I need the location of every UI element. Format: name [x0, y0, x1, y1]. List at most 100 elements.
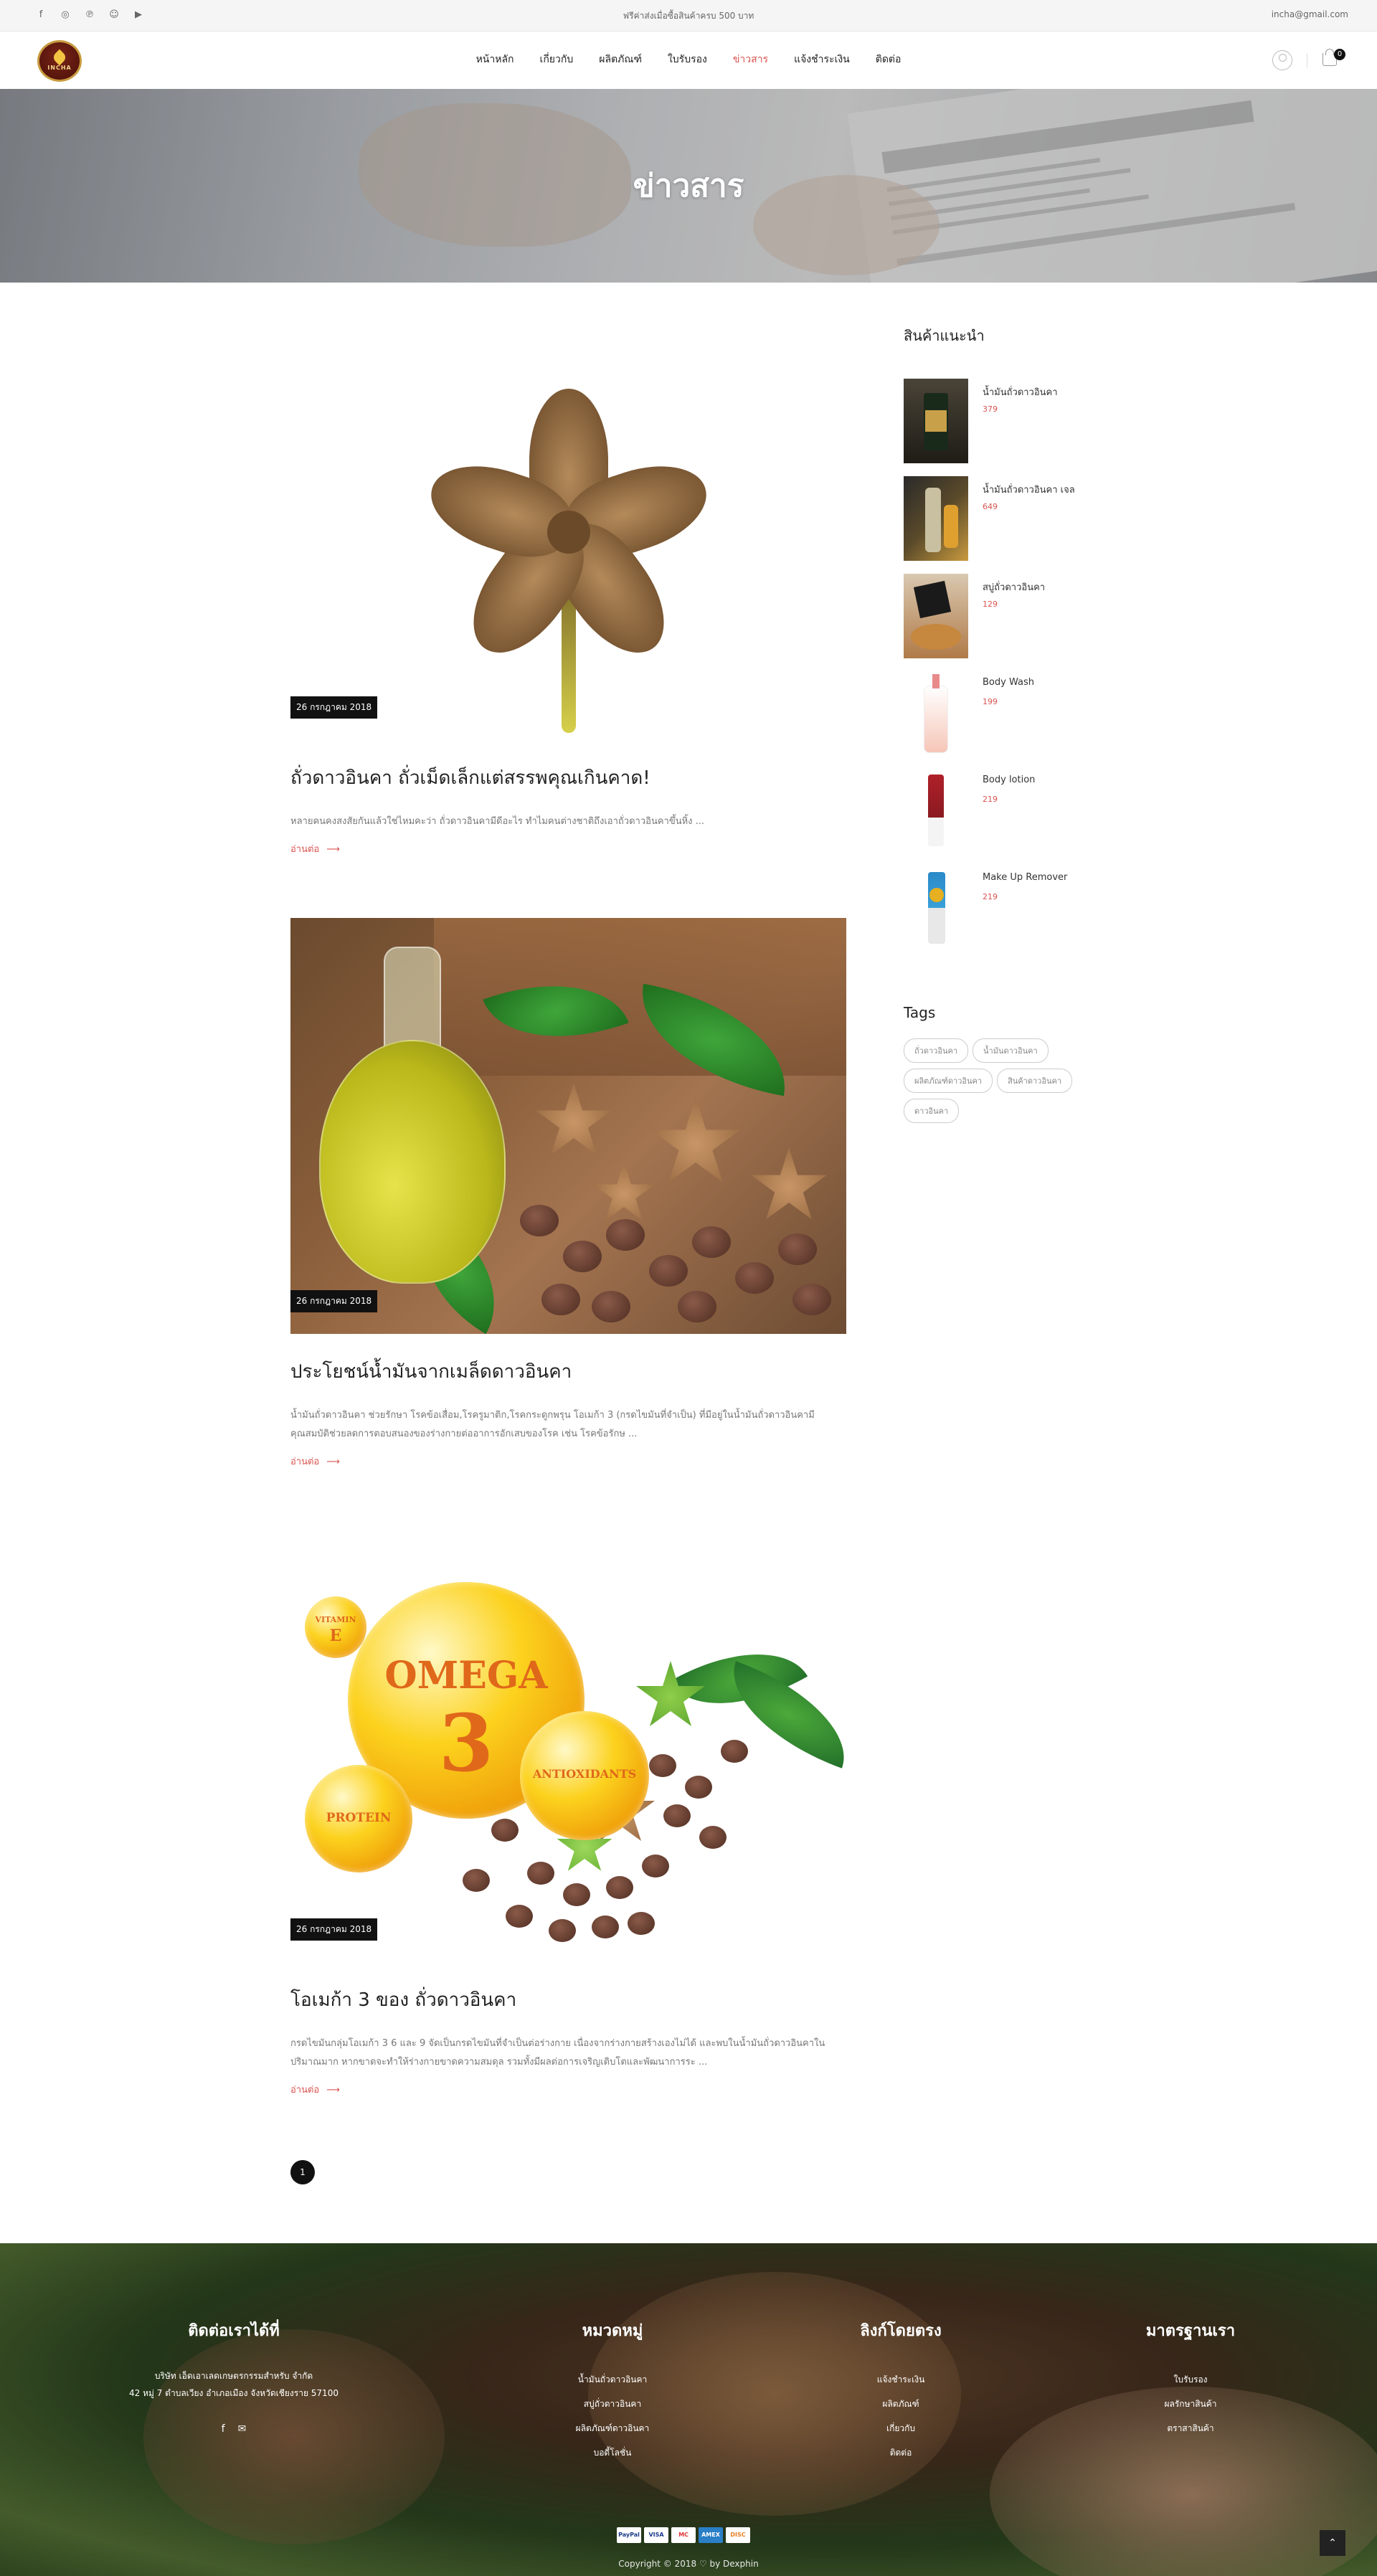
- product-item[interactable]: สบู่ถั่วดาวอินคา 129: [904, 574, 1119, 671]
- footer-link[interactable]: น้ำมันถั่วดาวอินคา: [505, 2367, 720, 2392]
- post-image[interactable]: VITAMIN E OMEGA 3 ANTIOXIDANTS PROTEIN 2…: [290, 1546, 846, 1962]
- footer-link[interactable]: ใบรับรอง: [1083, 2367, 1298, 2392]
- footer-categories-title: หมวดหมู่: [582, 2322, 643, 2340]
- mastercard-icon: MC: [671, 2527, 696, 2543]
- product-item[interactable]: น้ำมันถั่วดาวอินคา เจล 649: [904, 476, 1119, 574]
- footer-direct-links-title: ลิงก์โดยตรง: [860, 2322, 942, 2340]
- page-banner: ข่าวสาร: [0, 89, 1377, 283]
- post-date: 26 กรกฎาคม 2018: [290, 696, 378, 719]
- product-price: 199: [983, 697, 998, 706]
- product-thumbnail[interactable]: [904, 671, 968, 756]
- product-price: 379: [983, 404, 998, 414]
- read-more-link[interactable]: อ่านต่อ ⟶: [290, 841, 340, 856]
- footer-link[interactable]: สบู่ถั่วดาวอินคา: [505, 2392, 720, 2416]
- footer-address-line: บริษัท เอ็ดเอาเลดเกษตรกรรมสำหรับ จำกัด: [154, 2371, 313, 2381]
- footer-link[interactable]: เกี่ยวกับ: [793, 2416, 1008, 2440]
- sidebar: สินค้าแนะนำ น้ำมันถั่วดาวอินคา 379 น้ำมั…: [904, 324, 1119, 1123]
- tag[interactable]: ถั่วดาวอินคา: [904, 1038, 968, 1063]
- tag[interactable]: สินค้าดาวอินคา: [997, 1069, 1073, 1093]
- user-account-icon[interactable]: [1272, 50, 1292, 70]
- footer-link[interactable]: ผลรักษาสินค้า: [1083, 2392, 1298, 2416]
- product-name[interactable]: น้ำมันถั่วดาวอินคา: [983, 384, 1058, 399]
- post-image[interactable]: 26 กรกฎาคม 2018: [290, 918, 846, 1334]
- discover-icon: DISC: [726, 2527, 750, 2543]
- arrow-right-icon: ⟶: [326, 1457, 340, 1467]
- footer-link[interactable]: บอดี้โลชั่น: [505, 2440, 720, 2465]
- tag[interactable]: ดาวอินคา: [904, 1099, 960, 1123]
- blog-post: VITAMIN E OMEGA 3 ANTIOXIDANTS PROTEIN 2…: [290, 1546, 846, 2097]
- nav-certificates[interactable]: ใบรับรอง: [668, 52, 707, 67]
- post-date: 26 กรกฎาคม 2018: [290, 1290, 378, 1312]
- featured-products-title: สินค้าแนะนำ: [904, 327, 985, 344]
- footer-standards: มาตรฐานเรา ใบรับรอง ผลรักษาสินค้า ตราสาส…: [1083, 2318, 1298, 2440]
- product-name[interactable]: Make Up Remover: [983, 872, 1067, 883]
- product-price: 219: [983, 892, 998, 901]
- amex-icon: AMEX: [699, 2527, 723, 2543]
- page-title: ข่าวสาร: [633, 168, 744, 204]
- post-excerpt: หลายคนคงสงสัยกันแล้วใช่ไหมคะว่า ถั่วดาวอ…: [290, 816, 705, 827]
- post-title[interactable]: ถั่วดาวอินคา ถั่วเม็ดเล็กแต่สรรพคุณเกินค…: [290, 763, 846, 792]
- top-bar: f ◎ ℗ ☺ ▶ ฟรีค่าส่งเมื่อซื้อสินค้าครบ 50…: [0, 0, 1377, 32]
- product-item[interactable]: Make Up Remover 219: [904, 866, 1119, 964]
- visa-icon: VISA: [644, 2527, 668, 2543]
- product-name[interactable]: สบู่ถั่วดาวอินคา: [983, 579, 1045, 595]
- main-nav: หน้าหลัก เกี่ยวกับ ผลิตภัณฑ์ ใบรับรอง ข่…: [0, 52, 1377, 67]
- footer-link[interactable]: ตราสาสินค้า: [1083, 2416, 1298, 2440]
- product-price: 219: [983, 795, 998, 804]
- envelope-icon[interactable]: ✉: [238, 2423, 247, 2435]
- product-name[interactable]: น้ำมันถั่วดาวอินคา เจล: [983, 482, 1075, 497]
- product-thumbnail[interactable]: [904, 769, 968, 853]
- post-excerpt: น้ำมันถั่วดาวอินคา ช่วยรักษา โรคข้อเสื่อ…: [290, 1410, 815, 1439]
- copyright: Copyright © 2018 ♡ by Dexphin: [618, 2559, 759, 2569]
- product-thumbnail[interactable]: [904, 379, 968, 463]
- nav-about[interactable]: เกี่ยวกับ: [540, 52, 574, 67]
- pagination-page-1[interactable]: 1: [290, 2160, 315, 2184]
- product-thumbnail[interactable]: [904, 476, 968, 561]
- product-item[interactable]: Body lotion 219: [904, 769, 1119, 866]
- footer-link[interactable]: ผลิตภัณฑ์: [793, 2392, 1008, 2416]
- contact-email[interactable]: incha@gmail.com: [1272, 9, 1348, 19]
- post-title[interactable]: ประโยชน์น้ำมันจากเมล็ดดาวอินคา: [290, 1357, 846, 1386]
- tag[interactable]: ผลิตภัณฑ์ดาวอินคา: [904, 1069, 993, 1093]
- nav-home[interactable]: หน้าหลัก: [476, 52, 514, 67]
- tag[interactable]: น้ำมันดาวอินคา: [973, 1038, 1049, 1063]
- post-title[interactable]: โอเมก้า 3 ของ ถั่วดาวอินคา: [290, 1985, 846, 2014]
- nav-payment[interactable]: แจ้งชำระเงิน: [794, 52, 850, 67]
- product-name[interactable]: Body lotion: [983, 775, 1035, 785]
- antioxidants-bubble: ANTIOXIDANTS: [520, 1711, 649, 1840]
- site-footer: ติดต่อเราได้ที่ บริษัท เอ็ดเอาเลดเกษตรกร…: [0, 2243, 1377, 2576]
- site-header: INCHA หน้าหลัก เกี่ยวกับ ผลิตภัณฑ์ ใบรับ…: [0, 32, 1377, 89]
- footer-link[interactable]: ติดต่อ: [793, 2440, 1008, 2465]
- nav-products[interactable]: ผลิตภัณฑ์: [599, 52, 642, 67]
- nav-contact[interactable]: ติดต่อ: [876, 52, 902, 67]
- paypal-icon: PayPal: [617, 2527, 641, 2543]
- footer-address-line: 42 หมู่ 7 ตำบลเวียง อำเภอเมือง จังหวัดเช…: [129, 2388, 339, 2398]
- facebook-icon[interactable]: f: [222, 2423, 225, 2435]
- product-item[interactable]: น้ำมันถั่วดาวอินคา 379: [904, 379, 1119, 476]
- footer-link[interactable]: ผลิตภัณฑ์ดาวอินคา: [505, 2416, 720, 2440]
- oil-bottle: [319, 947, 506, 1284]
- blog-post: 26 กรกฎาคม 2018 ประโยชน์น้ำมันจากเมล็ดดา…: [290, 918, 846, 1469]
- product-price: 649: [983, 502, 998, 511]
- arrow-right-icon: ⟶: [326, 844, 340, 855]
- read-more-link[interactable]: อ่านต่อ ⟶: [290, 2082, 340, 2097]
- footer-categories: หมวดหมู่ น้ำมันถั่วดาวอินคา สบู่ถั่วดาวอ…: [505, 2318, 720, 2465]
- nav-news[interactable]: ข่าวสาร: [733, 52, 768, 67]
- shipping-promo: ฟรีค่าส่งเมื่อซื้อสินค้าครบ 500 บาท: [623, 11, 754, 21]
- post-image[interactable]: 26 กรกฎาคม 2018: [290, 324, 846, 740]
- post-date: 26 กรกฎาคม 2018: [290, 1918, 378, 1941]
- vitamin-bubble: VITAMIN E: [305, 1596, 366, 1658]
- read-more-link[interactable]: อ่านต่อ ⟶: [290, 1454, 340, 1469]
- footer-standards-title: มาตรฐานเรา: [1145, 2322, 1236, 2340]
- arrow-right-icon: ⟶: [326, 2085, 340, 2096]
- back-to-top-button[interactable]: ⌃: [1320, 2530, 1345, 2556]
- tags-title: Tags: [904, 1004, 936, 1021]
- product-thumbnail[interactable]: [904, 574, 968, 658]
- product-item[interactable]: Body Wash 199: [904, 671, 1119, 769]
- footer-link[interactable]: แจ้งชำระเงิน: [793, 2367, 1008, 2392]
- footer-contact: ติดต่อเราได้ที่ บริษัท เอ็ดเอาเลดเกษตรกร…: [126, 2318, 341, 2435]
- post-excerpt: กรดไขมันกลุ่มโอเมก้า 3 6 และ 9 จัดเป็นกร…: [290, 2038, 825, 2068]
- product-thumbnail[interactable]: [904, 866, 968, 951]
- product-name[interactable]: Body Wash: [983, 677, 1034, 688]
- footer-direct-links: ลิงก์โดยตรง แจ้งชำระเงิน ผลิตภัณฑ์ เกี่ย…: [793, 2318, 1008, 2465]
